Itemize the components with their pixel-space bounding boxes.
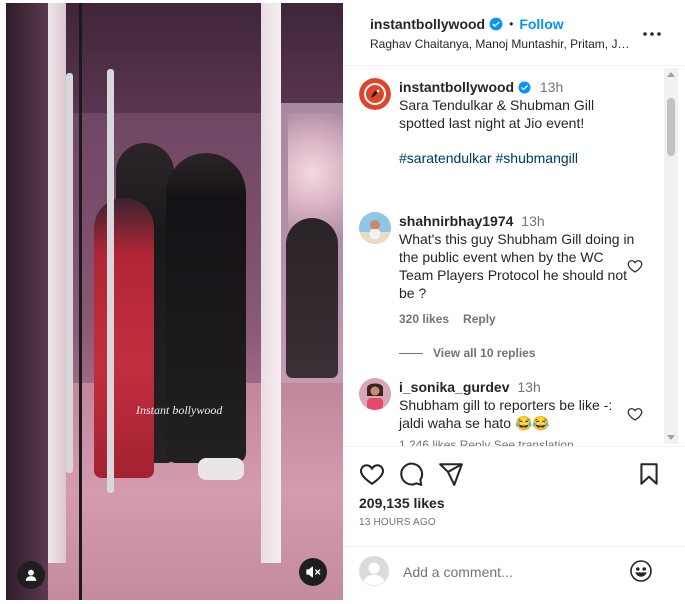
mute-toggle-button[interactable] xyxy=(299,558,327,586)
author-username[interactable]: instantbollywood xyxy=(370,16,485,32)
comment-text: What's this guy Shubham Gill doing in th… xyxy=(399,231,635,301)
comments-list[interactable]: instantbollywood 13h Sara Tendulkar & Sh… xyxy=(343,66,685,446)
commenter-avatar[interactable] xyxy=(359,212,391,244)
commenter-avatar-placeholder-icon xyxy=(359,556,389,586)
tagged-users-button[interactable] xyxy=(17,561,45,589)
comment-time[interactable]: 13h xyxy=(517,379,540,395)
like-heart-icon[interactable] xyxy=(359,461,385,487)
view-replies-button[interactable]: View all 10 replies xyxy=(399,346,536,360)
video-watermark: Instant bollywood xyxy=(136,403,223,417)
comments-scrollbar[interactable] xyxy=(664,68,678,444)
instagram-post-modal: Instant bollywood instantbollywood • Fol… xyxy=(0,0,685,604)
emoji-picker-icon[interactable] xyxy=(629,559,653,583)
door-handle-right xyxy=(107,69,114,493)
verified-badge-icon xyxy=(518,81,532,95)
user-tag-icon xyxy=(25,569,37,581)
scroll-down-arrow-icon[interactable] xyxy=(667,435,675,440)
comment-meta-partial: 1,246 likes Reply See translation xyxy=(399,438,574,446)
post-header: instantbollywood • Follow Raghav Chaitan… xyxy=(343,0,685,66)
more-options-button[interactable] xyxy=(640,22,664,46)
commenter-username[interactable]: shahnirbhay1974 xyxy=(399,213,513,229)
post-video[interactable]: Instant bollywood xyxy=(6,3,343,600)
likes-count[interactable]: 209,135 likes xyxy=(359,495,445,511)
header-title-row: instantbollywood • Follow xyxy=(370,16,564,32)
background-person xyxy=(286,218,338,378)
caption-body: instantbollywood 13h Sara Tendulkar & Sh… xyxy=(399,78,637,166)
audio-credits[interactable]: Raghav Chaitanya, Manoj Muntashir, Prita… xyxy=(370,37,632,51)
caption-username[interactable]: instantbollywood xyxy=(399,79,514,95)
comment-header-line: shahnirbhay1974 13h xyxy=(399,212,637,230)
caption-hashtags[interactable]: #saratendulkar #shubmangill xyxy=(399,150,637,166)
comment-text: Shubham gill to reporters be like -: jal… xyxy=(399,397,613,431)
post-actions: 209,135 likes 13 HOURS AGO xyxy=(343,446,685,546)
add-comment-bar xyxy=(343,546,685,604)
caption-time[interactable]: 13h xyxy=(540,79,563,95)
replies-divider xyxy=(399,352,423,354)
door-rod xyxy=(79,3,82,600)
comment-like-heart-icon[interactable] xyxy=(627,258,643,274)
comment-likes[interactable]: 320 likes xyxy=(399,312,449,326)
person-woman-red-dress xyxy=(94,198,154,478)
comment-header-line: i_sonika_gurdev 13h xyxy=(399,378,637,396)
save-bookmark-icon[interactable] xyxy=(636,461,662,487)
view-replies-label: View all 10 replies xyxy=(433,346,536,360)
muted-speaker-icon xyxy=(306,566,321,578)
comment-body: shahnirbhay1974 13h What's this guy Shub… xyxy=(399,212,637,326)
door-handle-left xyxy=(66,73,73,473)
commenter-username[interactable]: i_sonika_gurdev xyxy=(399,379,510,395)
comment-like-heart-icon[interactable] xyxy=(627,406,643,422)
reply-button[interactable]: Reply xyxy=(463,312,496,326)
post-time-ago[interactable]: 13 HOURS AGO xyxy=(359,517,436,528)
comment-body: i_sonika_gurdev 13h Shubham gill to repo… xyxy=(399,378,637,432)
verified-badge-icon xyxy=(489,17,503,31)
comment-bubble-icon[interactable] xyxy=(398,461,424,487)
share-paper-plane-icon[interactable] xyxy=(438,461,464,487)
more-options-icon xyxy=(643,32,661,36)
follow-button[interactable]: Follow xyxy=(519,16,563,32)
add-comment-input[interactable] xyxy=(403,562,623,582)
comment-meta: 320 likes Reply xyxy=(399,312,637,326)
glass-door-frame-right xyxy=(261,3,281,563)
caption-header-line: instantbollywood 13h xyxy=(399,78,637,96)
scroll-up-arrow-icon[interactable] xyxy=(667,72,675,77)
comment-time[interactable]: 13h xyxy=(521,213,544,229)
glass-door-frame-left xyxy=(48,3,66,563)
separator-dot: • xyxy=(509,17,514,31)
commenter-avatar[interactable] xyxy=(359,378,391,410)
scene-pillar xyxy=(6,3,48,600)
post-details-panel: instantbollywood • Follow Raghav Chaitan… xyxy=(343,0,685,604)
author-avatar[interactable] xyxy=(359,78,391,110)
white-shoes xyxy=(198,458,244,480)
caption-text: Sara Tendulkar & Shubman Gill spotted la… xyxy=(399,97,595,131)
scrollbar-thumb[interactable] xyxy=(667,98,675,156)
